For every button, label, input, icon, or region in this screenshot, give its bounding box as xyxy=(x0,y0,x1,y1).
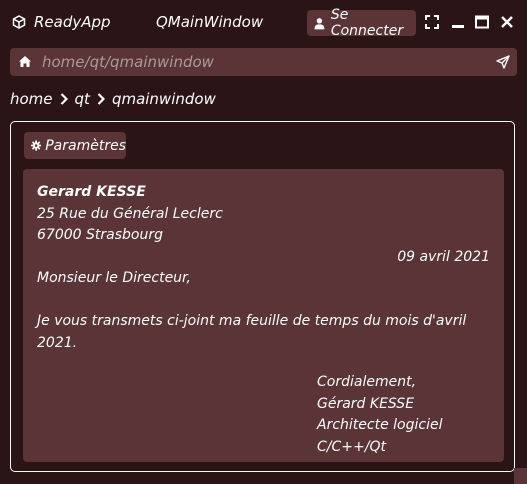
letter-body: Je vous transmets ci-joint ma feuille de… xyxy=(37,313,467,351)
letter-date: 09 avril 2021 xyxy=(397,248,490,265)
app-name: ReadyApp xyxy=(34,13,111,31)
address-input[interactable] xyxy=(42,51,482,73)
sender-name: Gerard KESSE xyxy=(37,184,146,200)
closing-block: Cordialement, Gérard KESSE Architecte lo… xyxy=(317,372,490,458)
breadcrumb: home qt qmainwindow xyxy=(10,88,216,110)
maximize-icon[interactable] xyxy=(475,15,489,29)
close-icon[interactable] xyxy=(500,15,514,29)
send-icon[interactable] xyxy=(496,55,510,69)
home-icon[interactable] xyxy=(18,55,32,68)
address-bar xyxy=(10,48,517,76)
content-frame: Paramètres Gerard KESSE 25 Rue du Généra… xyxy=(10,121,515,472)
breadcrumb-item-qt[interactable]: qt xyxy=(75,90,90,108)
signature-title: Architecte logiciel C/C++/Qt xyxy=(317,417,443,455)
connect-button[interactable]: Se Connecter xyxy=(307,7,416,39)
connect-button-label: Se Connecter xyxy=(330,7,404,39)
fullscreen-icon[interactable] xyxy=(425,15,439,29)
letter-panel: Gerard KESSE 25 Rue du Général Leclerc 6… xyxy=(23,169,504,462)
sender-city: 67000 Strasbourg xyxy=(37,227,163,243)
window-title: QMainWindow xyxy=(156,13,264,31)
resize-grip[interactable] xyxy=(514,468,527,484)
closing-text: Cordialement, xyxy=(317,374,417,390)
gear-icon xyxy=(31,140,42,151)
settings-button[interactable]: Paramètres xyxy=(24,132,126,159)
chevron-right-icon xyxy=(97,93,105,105)
signature-name: Gérard KESSE xyxy=(317,395,415,412)
chevron-right-icon xyxy=(60,93,68,105)
cube-icon xyxy=(12,15,26,29)
breadcrumb-item-qmainwindow[interactable]: qmainwindow xyxy=(112,90,216,108)
salutation: Monsieur le Directeur, xyxy=(37,270,191,286)
title-bar: ReadyApp QMainWindow Se Connecter xyxy=(0,0,527,46)
sender-street: 25 Rue du Général Leclerc xyxy=(37,205,223,222)
user-icon xyxy=(314,17,325,29)
breadcrumb-item-home[interactable]: home xyxy=(10,90,53,108)
settings-button-label: Paramètres xyxy=(45,137,126,154)
minimize-icon[interactable] xyxy=(451,15,465,29)
main-window: ReadyApp QMainWindow Se Connecter home/q… xyxy=(0,0,527,484)
